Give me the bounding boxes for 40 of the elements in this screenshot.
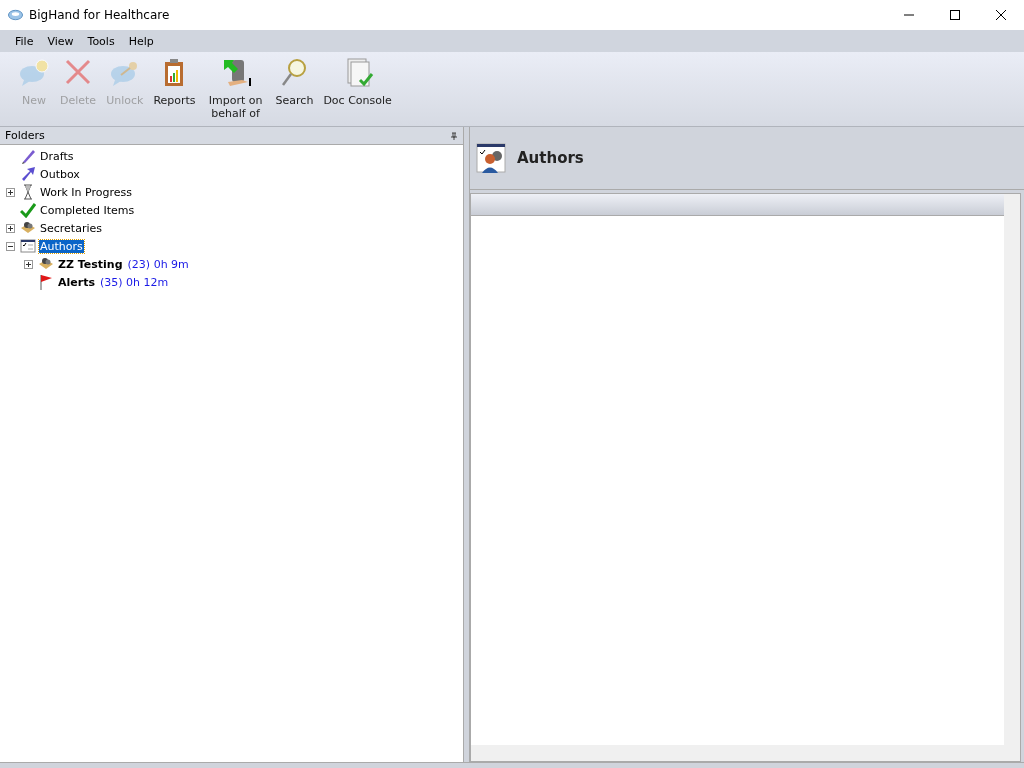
pin-icon[interactable] [450,131,458,140]
toolbar-button[interactable]: Doc Console [319,56,396,107]
folder-item[interactable]: Authors [39,239,84,253]
list-icon [20,238,36,254]
authors-icon [475,142,507,174]
flag-icon [38,274,54,290]
menu-item[interactable]: View [40,34,81,48]
folder-item[interactable]: Completed Items [39,203,136,217]
collapse-icon[interactable] [6,241,15,251]
panel-title: Folders [5,129,45,142]
group-icon [20,220,36,236]
folder-item[interactable]: ZZ Testing [57,257,124,271]
folder-item[interactable]: Work In Progress [39,185,133,199]
maximize-icon[interactable] [949,9,961,21]
toolbar-button[interactable]: Search [271,56,318,107]
vertical-scrollbar[interactable] [1004,194,1020,745]
expand-icon[interactable] [6,223,15,233]
pencil-icon [20,148,36,164]
menu-item[interactable]: Tools [80,34,122,48]
folder-item[interactable]: Outbox [39,167,81,181]
folder-item[interactable]: Alerts [57,275,96,289]
toolbar-button[interactable]: Reports [149,56,200,107]
item-count: (23) 0h 9m [127,257,189,271]
expand-icon[interactable] [24,259,33,269]
item-count: (35) 0h 12m [100,275,169,289]
app-logo-icon [8,9,23,21]
arrow-icon [20,166,36,182]
menu-item[interactable]: Help [121,34,161,48]
horizontal-scrollbar[interactable] [471,745,1020,761]
folder-item[interactable]: Drafts [39,149,75,163]
expand-icon[interactable] [6,187,15,197]
check-icon [20,202,36,218]
speech-bubble-star-icon [18,56,50,88]
toolbar-button[interactable]: Import on behalf of [201,56,270,120]
close-icon[interactable] [995,9,1007,21]
group-icon [38,256,54,272]
folder-item[interactable]: Secretaries [39,221,103,235]
window-title: BigHand for Healthcare [29,8,170,22]
content-title: Authors [517,149,584,167]
menu-item[interactable]: File [8,34,41,48]
